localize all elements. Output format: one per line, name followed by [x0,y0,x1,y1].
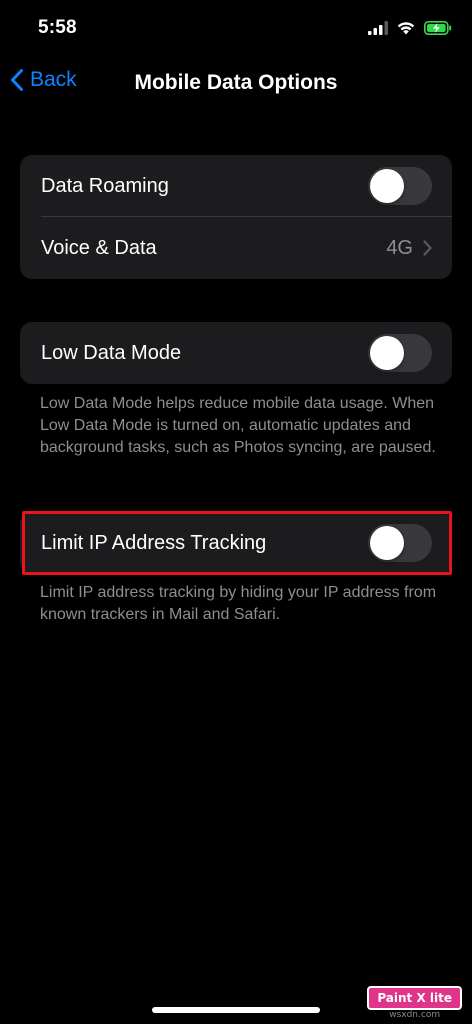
page-title: Mobile Data Options [134,71,338,94]
voice-data-row[interactable]: Voice & Data 4G [20,217,452,279]
low-data-mode-footnote: Low Data Mode helps reduce mobile data u… [40,395,436,456]
status-time: 5:58 [38,17,77,38]
low-data-mode-row: Low Data Mode [20,322,452,384]
limit-ip-tracking-footnote: Limit IP address tracking by hiding your… [40,584,437,623]
data-roaming-toggle[interactable] [368,167,432,205]
status-bar: 5:58 [0,0,472,56]
toggle-knob [370,336,404,370]
toggle-knob [370,526,404,560]
data-roaming-label: Data Roaming [41,174,169,197]
wifi-icon [397,22,415,35]
toggle-knob [370,169,404,203]
limit-ip-tracking-row: Limit IP Address Tracking [20,512,452,574]
low-data-mode-toggle[interactable] [368,334,432,372]
low-data-mode-label: Low Data Mode [41,341,182,364]
battery-charging-icon [424,20,452,35]
cellular-signal-icon [368,20,388,35]
limit-ip-tracking-group: Limit IP Address Tracking [20,512,452,574]
watermark: Paint X lite wsxdn.com [367,986,462,1020]
data-settings-group: Data Roaming Voice & Data 4G [20,155,452,279]
data-roaming-row: Data Roaming [20,155,452,217]
voice-data-label: Voice & Data [41,236,157,259]
voice-data-value-wrap: 4G [386,217,432,279]
chevron-right-icon [423,240,432,256]
voice-data-value: 4G [386,236,413,259]
status-icons [368,20,452,35]
watermark-logo: Paint X lite [367,986,462,1010]
limit-ip-tracking-toggle[interactable] [368,524,432,562]
low-data-mode-group: Low Data Mode [20,322,452,384]
limit-ip-tracking-label: Limit IP Address Tracking [41,531,267,554]
navigation-bar: Back Mobile Data Options [0,62,472,106]
watermark-site: wsxdn.com [389,1010,441,1020]
home-indicator[interactable] [152,1007,320,1013]
